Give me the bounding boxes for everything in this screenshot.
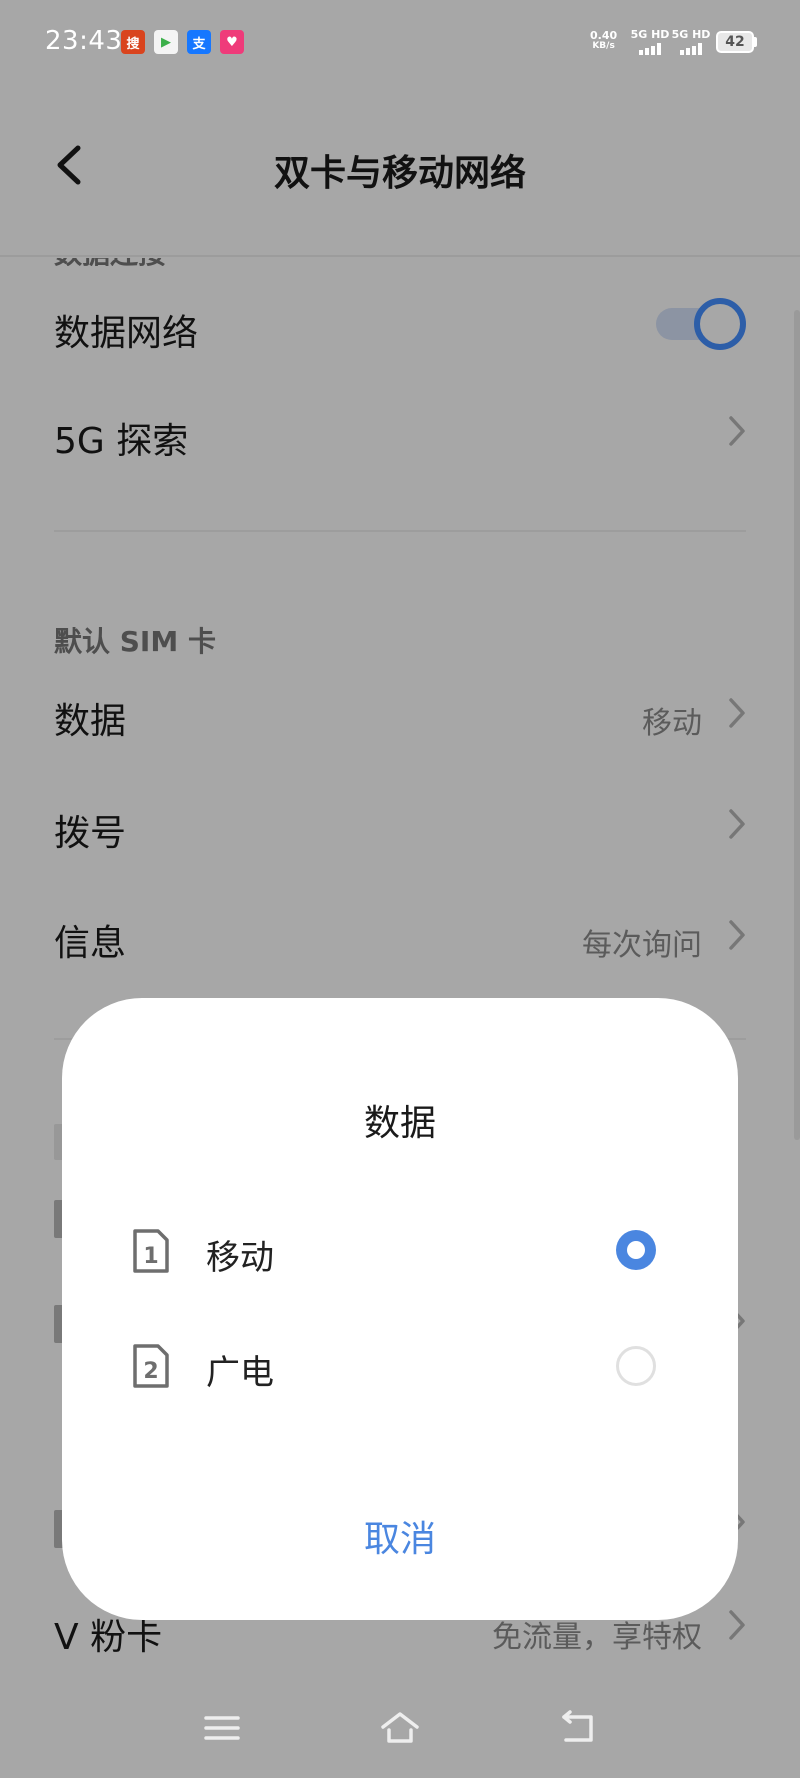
section-clip: 数据连接 — [54, 258, 354, 266]
pink-app-icon: ♥ — [220, 30, 244, 54]
sim-card-1-icon: 1 — [133, 1229, 169, 1273]
chevron-right-icon[interactable] — [726, 1608, 748, 1642]
option-broadcast-radio[interactable] — [616, 1346, 656, 1386]
sim2-signal-bars-icon — [671, 43, 711, 55]
battery-tip — [754, 37, 757, 47]
dialog-title: 数据 — [363, 1103, 436, 1144]
sim1-signal-bars-icon — [630, 43, 670, 55]
sim2-signal: 5G HD — [671, 28, 711, 55]
data-sim-label[interactable]: 数据 — [54, 692, 126, 744]
data-sim-value: 移动 — [642, 706, 702, 741]
cancel-button[interactable]: 取消 — [62, 1510, 738, 1562]
battery-icon: 42 — [716, 31, 754, 53]
page-title: 双卡与移动网络 — [273, 153, 526, 194]
explore-5g-label[interactable]: 5G 探索 — [54, 412, 188, 464]
home-icon[interactable] — [380, 1710, 420, 1746]
option-mobile[interactable] — [110, 1210, 690, 1290]
chevron-right-icon[interactable] — [726, 414, 748, 448]
sim-card-1-number: 1 — [143, 1244, 158, 1269]
sim2-signal-label: 5G HD — [671, 28, 711, 41]
section-data-connection: 数据连接 — [54, 258, 166, 266]
sim-card-2-number: 2 — [143, 1359, 158, 1384]
sim-card-2-icon: 2 — [133, 1344, 169, 1388]
network-speed: 0.40 KB/s — [590, 30, 617, 52]
option-mobile-radio[interactable] — [616, 1230, 656, 1270]
scrollbar[interactable] — [794, 310, 800, 1140]
message-sim-label[interactable]: 信息 — [54, 914, 126, 966]
alipay-icon: 支 — [187, 30, 211, 54]
back-icon[interactable] — [558, 1710, 598, 1746]
dial-sim-label[interactable]: 拨号 — [54, 804, 126, 856]
section-default-sim: 默认 SIM 卡 — [54, 625, 216, 658]
chevron-right-icon[interactable] — [726, 696, 748, 730]
status-time: 23:43 — [45, 26, 123, 56]
option-broadcast[interactable] — [110, 1326, 690, 1406]
sim1-signal-label: 5G HD — [630, 28, 670, 41]
data-network-label: 数据网络 — [54, 313, 199, 354]
sim1-signal: 5G HD — [630, 28, 670, 55]
menu-icon[interactable] — [202, 1710, 242, 1746]
chevron-right-icon[interactable] — [726, 807, 748, 841]
option-mobile-label[interactable]: 移动 — [206, 1230, 274, 1279]
option-broadcast-label[interactable]: 广电 — [206, 1345, 274, 1394]
network-speed-unit: KB/s — [592, 41, 615, 51]
network-speed-value: 0.40 — [590, 29, 618, 42]
section-divider — [54, 530, 746, 532]
video-app-icon: ▶ — [154, 30, 178, 54]
chevron-right-icon[interactable] — [726, 918, 748, 952]
header-divider — [0, 255, 800, 257]
message-sim-value: 每次询问 — [582, 928, 702, 963]
data-network-toggle-knob[interactable] — [694, 298, 746, 350]
lottery-app-icon: 搜 — [121, 30, 145, 54]
